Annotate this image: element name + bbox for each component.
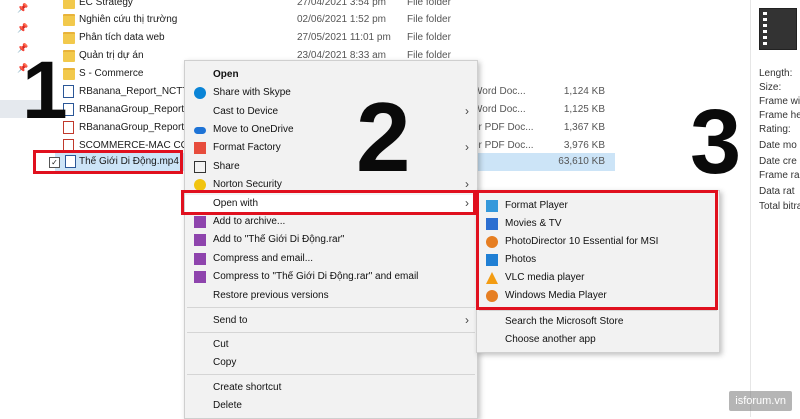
file-date: 27/04/2021 3:54 pm <box>297 0 386 8</box>
file-type: er PDF Doc... <box>473 140 534 151</box>
menu-item-move-onedrive[interactable]: Move to OneDrive <box>185 121 477 139</box>
file-date: 02/06/2021 1:52 pm <box>297 14 386 25</box>
file-row[interactable]: Nghiên cứu thị trường 02/06/2021 1:52 pm… <box>55 11 615 29</box>
file-type: File folder <box>407 32 451 43</box>
file-name: RBananaGroup_Report_I <box>79 104 193 115</box>
detail-label: Frame wi <box>759 96 800 107</box>
highlight-box-open-with <box>181 190 476 215</box>
menu-item-cast-device[interactable]: Cast to Device › <box>185 103 477 121</box>
menu-item-delete[interactable]: Delete <box>185 397 477 415</box>
menu-item-send-to[interactable]: Send to › <box>185 312 477 330</box>
share-icon <box>194 161 206 173</box>
winrar-icon <box>194 234 206 246</box>
file-name: Nghiên cứu thị trường <box>79 14 178 25</box>
menu-item-share[interactable]: Share <box>185 158 477 176</box>
file-row[interactable]: Phân tích data web 27/05/2021 11:01 pm F… <box>55 29 615 47</box>
detail-label: Frame ra <box>759 170 800 181</box>
file-size: 1,124 KB <box>563 86 605 97</box>
file-name: Phân tích data web <box>79 32 165 43</box>
detail-label: Length: <box>759 68 793 79</box>
watermark-logo: isforum.vn <box>729 391 792 411</box>
chevron-right-icon: › <box>465 313 469 327</box>
menu-item-compress-rar-email[interactable]: Compress to "Thế Giới Di Động.rar" and e… <box>185 268 477 286</box>
menu-item-create-shortcut[interactable]: Create shortcut <box>185 379 477 397</box>
file-type: File folder <box>407 0 451 8</box>
menu-item-cut[interactable]: Cut <box>185 336 477 354</box>
details-pane: Length: Size: Frame wi Frame he Rating: … <box>750 0 800 417</box>
file-size: 1,367 KB <box>563 122 605 133</box>
winrar-icon <box>194 216 206 228</box>
file-type: File folder <box>407 14 451 25</box>
highlight-box-apps <box>476 190 718 310</box>
detail-label: Data rat <box>759 186 795 197</box>
folder-icon <box>63 14 75 26</box>
winrar-icon <box>194 271 206 283</box>
menu-item-compress-email[interactable]: Compress and email... <box>185 250 477 268</box>
file-type: er PDF Doc... <box>473 122 534 133</box>
file-type: Word Doc... <box>473 104 526 115</box>
detail-label: Size: <box>759 82 782 93</box>
file-name: EC Strategy <box>79 0 133 8</box>
file-type: Word Doc... <box>473 86 526 97</box>
detail-label: Date cre <box>759 156 797 167</box>
chevron-right-icon: › <box>465 177 469 191</box>
menu-item-search-store[interactable]: Search the Microsoft Store <box>477 313 719 331</box>
menu-item-copy[interactable]: Copy <box>185 354 477 372</box>
highlight-box-file <box>33 150 183 174</box>
detail-label: Frame he <box>759 110 800 121</box>
menu-separator <box>479 310 717 311</box>
folder-icon <box>63 32 75 44</box>
chevron-right-icon: › <box>465 104 469 118</box>
detail-label: Date mo <box>759 140 797 151</box>
menu-separator <box>187 332 475 333</box>
detail-label: Rating: <box>759 124 791 135</box>
menu-separator <box>187 307 475 308</box>
winrar-icon <box>194 253 206 265</box>
step-number-2: 2 <box>356 82 411 192</box>
menu-item-format-factory[interactable]: Format Factory › <box>185 139 477 157</box>
file-size: 1,125 KB <box>563 104 605 115</box>
file-size: 3,976 KB <box>563 140 605 151</box>
format-factory-icon <box>194 142 206 154</box>
menu-item-restore-versions[interactable]: Restore previous versions <box>185 287 477 305</box>
folder-icon <box>63 0 75 9</box>
file-size: 63,610 KB <box>558 156 605 167</box>
context-menu: Open Share with Skype Cast to Device › M… <box>184 60 478 419</box>
pin-icon[interactable]: 📌 <box>17 24 28 33</box>
chevron-right-icon: › <box>465 140 469 154</box>
menu-item-add-to-rar[interactable]: Add to "Thế Giới Di Động.rar" <box>185 231 477 249</box>
file-name: S - Commerce <box>79 68 144 79</box>
step-number-3: 3 <box>690 91 742 193</box>
step-number-1: 1 <box>22 45 68 136</box>
menu-item-open[interactable]: Open <box>185 66 477 84</box>
menu-item-choose-app[interactable]: Choose another app <box>477 331 719 349</box>
file-name: RBananaGroup_Report_I <box>79 122 193 133</box>
menu-item-share-skype[interactable]: Share with Skype <box>185 84 477 102</box>
skype-icon <box>194 87 206 99</box>
pin-icon[interactable]: 📌 <box>17 4 28 13</box>
file-date: 27/05/2021 11:01 pm <box>297 32 391 43</box>
onedrive-icon <box>194 127 206 134</box>
menu-item-add-archive[interactable]: Add to archive... <box>185 213 477 231</box>
file-name: RBanana_Report_NCTTT <box>79 86 195 97</box>
file-name: Quản trị dự án <box>79 50 144 61</box>
video-thumbnail <box>759 8 797 50</box>
detail-label: Total bitra <box>759 201 800 212</box>
menu-separator <box>187 374 475 375</box>
